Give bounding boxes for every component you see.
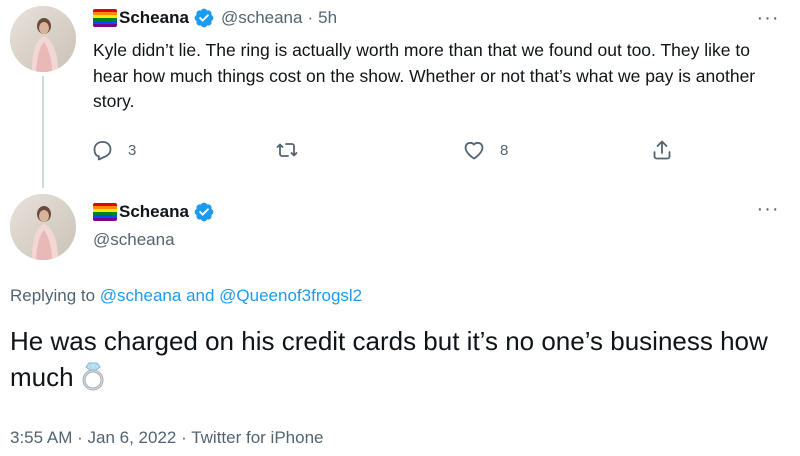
reply-count: 3 bbox=[128, 141, 137, 159]
meta-separator: · bbox=[77, 428, 83, 447]
retweet-icon bbox=[276, 143, 298, 157]
parent-tweet-text: Kyle didn’t lie. The ring is actually wo… bbox=[93, 40, 756, 111]
meta-separator: · bbox=[181, 428, 187, 447]
tweet-action-bar: 3 8 bbox=[90, 138, 690, 164]
header-separator: · bbox=[307, 8, 314, 27]
reply-button[interactable]: 3 bbox=[90, 138, 136, 162]
rainbow-flag-icon bbox=[93, 203, 117, 221]
author-name[interactable]: Scheana bbox=[119, 8, 189, 28]
tweet-time[interactable]: 5h bbox=[318, 8, 337, 28]
like-button[interactable]: 8 bbox=[462, 138, 508, 162]
reply-mention-link[interactable]: @scheana bbox=[100, 286, 182, 305]
heart-icon bbox=[464, 142, 484, 160]
author-handle[interactable]: @scheana bbox=[221, 8, 303, 28]
avatar-image bbox=[10, 194, 76, 260]
parent-tweet[interactable]: Scheana @scheana · 5h ··· Kyle didn’t li… bbox=[0, 0, 800, 190]
reply-icon bbox=[93, 141, 112, 161]
verified-badge-icon bbox=[193, 201, 215, 223]
share-button[interactable] bbox=[650, 138, 674, 162]
parent-tweet-header: Scheana @scheana · 5h bbox=[93, 6, 337, 30]
avatar[interactable] bbox=[10, 194, 76, 260]
author-handle[interactable]: @scheana bbox=[93, 230, 175, 250]
avatar-image bbox=[10, 6, 76, 72]
retweet-button[interactable] bbox=[275, 138, 313, 162]
share-icon bbox=[653, 140, 671, 160]
focal-tweet-text: He was charged on his credit cards but i… bbox=[10, 323, 770, 395]
reply-and-text[interactable]: and bbox=[186, 286, 214, 305]
tweet-source: Twitter for iPhone bbox=[191, 428, 324, 447]
ring-icon bbox=[80, 361, 106, 391]
avatar[interactable] bbox=[10, 6, 76, 72]
tweet-date[interactable]: Jan 6, 2022 bbox=[88, 428, 177, 447]
focal-tweet-body: He was charged on his credit cards but i… bbox=[10, 326, 768, 392]
author-name[interactable]: Scheana bbox=[119, 202, 189, 222]
verified-badge-icon bbox=[193, 7, 215, 29]
focal-tweet-author: Scheana bbox=[93, 200, 215, 224]
tweet-thread-page: Scheana @scheana · 5h ··· Kyle didn’t li… bbox=[0, 0, 800, 456]
more-horizontal-icon[interactable]: ··· bbox=[756, 8, 780, 28]
tweet-timestamp[interactable]: 3:55 AM bbox=[10, 428, 72, 447]
rainbow-flag-icon bbox=[93, 9, 117, 27]
reply-mention-link[interactable]: @Queenof3frogsl2 bbox=[219, 286, 362, 305]
tweet-metadata: 3:55 AM · Jan 6, 2022 · Twitter for iPho… bbox=[10, 428, 323, 448]
thread-connector-line bbox=[42, 76, 44, 188]
replying-to-line: Replying to @scheana and @Queenof3frogsl… bbox=[10, 286, 362, 306]
more-horizontal-icon[interactable]: ··· bbox=[756, 199, 780, 219]
like-count: 8 bbox=[500, 141, 509, 159]
replying-prefix: Replying to bbox=[10, 286, 96, 305]
